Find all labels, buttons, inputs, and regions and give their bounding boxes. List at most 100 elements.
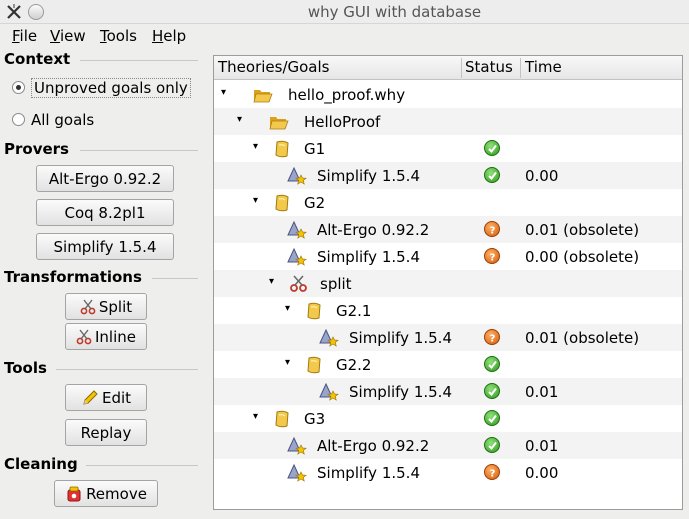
tree-item-label: G1 xyxy=(304,140,326,158)
column-header-time[interactable]: Time xyxy=(525,58,562,76)
goal-icon xyxy=(273,194,293,212)
column-header-status[interactable]: Status xyxy=(465,58,513,76)
tree-item-label: Simplify 1.5.4 xyxy=(317,464,420,482)
time-value: 0.00 xyxy=(525,167,559,185)
button-label: Coq 8.2pl1 xyxy=(64,203,146,222)
expander-arrow-icon[interactable]: ▾ xyxy=(253,195,258,206)
tree-item-label: Alt-Ergo 0.92.2 xyxy=(317,221,430,239)
scissors-icon xyxy=(76,329,92,344)
divider xyxy=(80,60,198,61)
tree-item-label: Simplify 1.5.4 xyxy=(317,167,420,185)
tree-item-label: hello_proof.why xyxy=(288,86,406,104)
tree-row[interactable]: ▾ HelloProof xyxy=(214,108,682,135)
split-button[interactable]: Split xyxy=(65,293,147,320)
tree-row[interactable]: Simplify 1.5.4? 0.00 xyxy=(214,459,682,486)
replay-button[interactable]: Replay xyxy=(65,419,147,446)
tree-item-label: Simplify 1.5.4 xyxy=(317,248,420,266)
expander-arrow-icon[interactable]: ▾ xyxy=(269,276,274,287)
pencil-icon xyxy=(83,389,98,405)
expander-arrow-icon[interactable]: ▾ xyxy=(221,87,226,98)
divider xyxy=(56,369,198,370)
delete-icon xyxy=(67,486,81,501)
radio-button-icon[interactable] xyxy=(12,113,25,126)
prover-icon xyxy=(287,436,307,455)
obsolete-question-icon: ? xyxy=(484,248,500,264)
expander-arrow-icon[interactable]: ▾ xyxy=(285,357,290,368)
tree-row[interactable]: ▾ G3 xyxy=(214,405,682,432)
tree-item-label: split xyxy=(320,275,352,293)
valid-check-icon xyxy=(484,356,500,372)
tree-header: Theories/Goals Status Time xyxy=(214,56,682,80)
tree-row[interactable]: ▾ G2.2 xyxy=(214,351,682,378)
tree-row[interactable]: ▾ G2 xyxy=(214,189,682,216)
valid-check-icon xyxy=(484,140,500,156)
folder-open-icon xyxy=(253,86,273,104)
prover-alt-ergo-button[interactable]: Alt-Ergo 0.92.2 xyxy=(36,165,174,192)
expander-arrow-icon[interactable]: ▾ xyxy=(253,411,258,422)
column-separator xyxy=(461,58,462,78)
divider xyxy=(80,150,198,151)
time-value: 0.01 (obsolete) xyxy=(525,329,640,347)
inline-button[interactable]: Inline xyxy=(65,323,147,350)
expander-arrow-icon[interactable]: ▾ xyxy=(237,114,242,125)
radio-unproved-goals[interactable]: Unproved goals only xyxy=(12,78,191,98)
menu-file[interactable]: File xyxy=(12,27,37,45)
prover-icon xyxy=(319,382,339,401)
svg-text:?: ? xyxy=(490,334,496,344)
radio-button-icon[interactable] xyxy=(12,81,25,94)
button-label: Inline xyxy=(94,327,136,346)
goal-icon xyxy=(305,356,325,374)
tree-row[interactable]: ▾ G2.1 xyxy=(214,297,682,324)
prover-simplify-button[interactable]: Simplify 1.5.4 xyxy=(36,233,174,260)
divider xyxy=(152,278,198,279)
expander-arrow-icon[interactable]: ▾ xyxy=(253,141,258,152)
prover-icon xyxy=(319,328,339,347)
button-label: Alt-Ergo 0.92.2 xyxy=(48,169,162,188)
tree-row[interactable]: Simplify 1.5.4 0.00 xyxy=(214,162,682,189)
radio-all-goals[interactable]: All goals xyxy=(12,111,94,129)
tree-item-label: G2 xyxy=(304,194,326,212)
menu-bar: File View Tools Help xyxy=(0,24,689,48)
remove-button[interactable]: Remove xyxy=(54,480,158,507)
expander-arrow-icon[interactable]: ▾ xyxy=(285,303,290,314)
tree-row[interactable]: Simplify 1.5.4 0.01 xyxy=(214,378,682,405)
tree-row[interactable]: Alt-Ergo 0.92.2? 0.01 (obsolete) xyxy=(214,216,682,243)
menu-help[interactable]: Help xyxy=(152,27,186,45)
obsolete-question-icon: ? xyxy=(484,221,500,237)
tree-row[interactable]: ▾ G1 xyxy=(214,135,682,162)
button-label: Edit xyxy=(101,388,132,407)
context-heading: Context xyxy=(4,50,71,68)
time-value: 0.01 xyxy=(525,437,559,455)
window-title: why GUI with database xyxy=(307,3,482,21)
folder-open-icon xyxy=(269,113,289,131)
tree-item-label: G2.1 xyxy=(336,302,372,320)
goals-tree-view[interactable]: Theories/Goals Status Time ▾ hello_proof.… xyxy=(213,55,683,510)
obsolete-question-icon: ? xyxy=(484,464,500,480)
menu-view[interactable]: View xyxy=(50,27,86,45)
divider xyxy=(86,465,198,466)
tree-item-label: Alt-Ergo 0.92.2 xyxy=(317,437,430,455)
valid-check-icon xyxy=(484,410,500,426)
svg-text:?: ? xyxy=(490,226,496,236)
tree-row[interactable]: ▾ split xyxy=(214,270,682,297)
column-header-theories-goals[interactable]: Theories/Goals xyxy=(218,58,329,76)
prover-coq-button[interactable]: Coq 8.2pl1 xyxy=(36,199,174,226)
title-bar: why GUI with database xyxy=(0,0,689,24)
tree-row[interactable]: Simplify 1.5.4? 0.01 (obsolete) xyxy=(214,324,682,351)
provers-heading: Provers xyxy=(4,140,69,158)
tree-row[interactable]: Alt-Ergo 0.92.2 0.01 xyxy=(214,432,682,459)
tree-item-label: G3 xyxy=(304,410,326,428)
goal-icon xyxy=(305,302,325,320)
time-value: 0.00 xyxy=(525,464,559,482)
valid-check-icon xyxy=(484,437,500,453)
edit-button[interactable]: Edit xyxy=(65,384,147,411)
cleaning-heading: Cleaning xyxy=(4,455,78,473)
button-label: Remove xyxy=(86,484,147,503)
menu-tools[interactable]: Tools xyxy=(100,27,137,45)
svg-text:?: ? xyxy=(490,469,496,479)
prover-icon xyxy=(287,220,307,239)
tree-item-label: Simplify 1.5.4 xyxy=(349,383,452,401)
scissors-icon xyxy=(289,275,309,293)
tree-row[interactable]: ▾ hello_proof.why xyxy=(214,81,682,108)
tree-row[interactable]: Simplify 1.5.4? 0.00 (obsolete) xyxy=(214,243,682,270)
